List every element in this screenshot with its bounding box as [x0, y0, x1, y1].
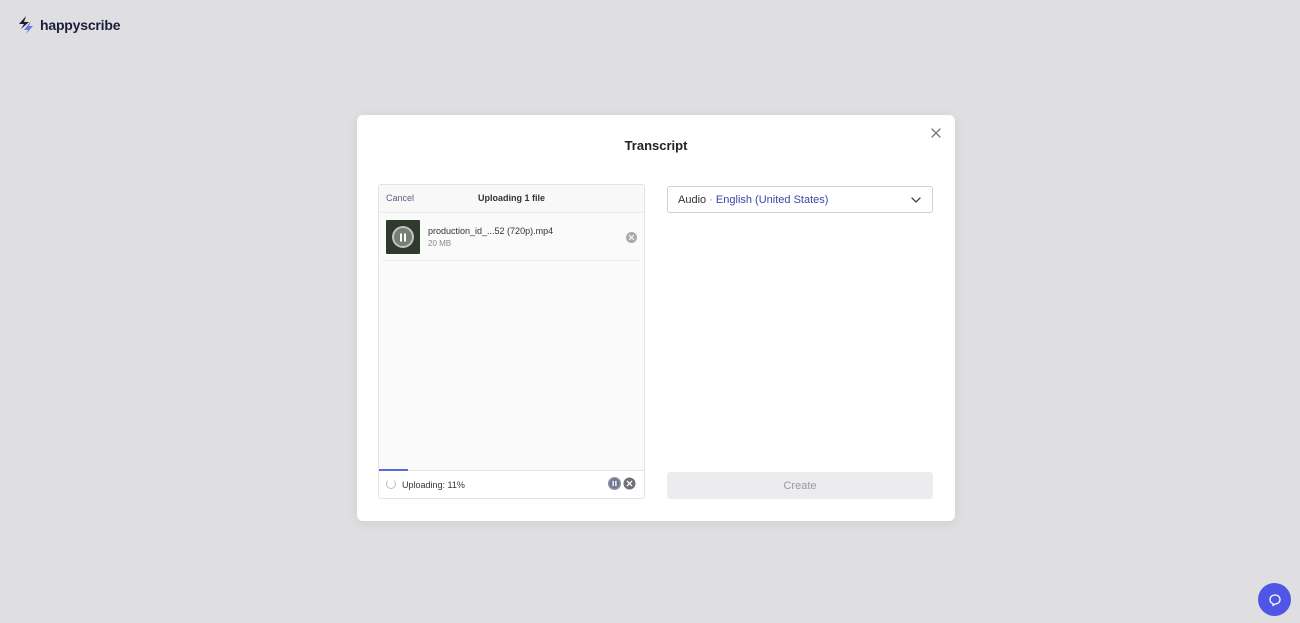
- cancel-circle-icon[interactable]: [623, 477, 636, 490]
- language-select-text: Audio · English (United States): [678, 194, 828, 206]
- help-chat-button[interactable]: [1258, 583, 1291, 616]
- thumbnail-pause-control: [392, 226, 414, 248]
- transcript-modal: Transcript Cancel Uploading 1 file produ…: [357, 115, 955, 521]
- pause-circle-icon[interactable]: [608, 477, 621, 490]
- language-separator: ·: [706, 194, 716, 206]
- chevron-down-icon: [911, 197, 921, 203]
- happyscribe-logo-icon: [19, 16, 33, 34]
- media-type-label: Audio: [678, 194, 707, 206]
- file-list-item: production_id_...52 (720p).mp4 20 MB: [383, 213, 640, 261]
- modal-title: Transcript: [624, 138, 688, 153]
- brand-logo[interactable]: happyscribe: [16, 15, 120, 35]
- upload-footer: Uploading: 11%: [379, 469, 644, 498]
- upload-progress-bar: [379, 469, 644, 471]
- file-name: production_id_...52 (720p).mp4: [428, 226, 554, 236]
- upload-header-title: Uploading 1 file: [477, 193, 545, 203]
- file-thumbnail[interactable]: [386, 220, 420, 254]
- language-select[interactable]: Audio · English (United States): [667, 186, 933, 213]
- close-icon[interactable]: [929, 126, 943, 140]
- upload-panel: Cancel Uploading 1 file production_id_..…: [378, 184, 645, 499]
- remove-circle-icon[interactable]: [626, 232, 637, 243]
- brand-name: happyscribe: [40, 17, 121, 33]
- upload-status-text: Uploading: 11%: [402, 480, 465, 490]
- chat-bubble-icon: [1268, 593, 1281, 606]
- upload-progress-fill: [379, 469, 409, 471]
- language-value: English (United States): [715, 194, 829, 206]
- create-button[interactable]: Create: [667, 472, 933, 499]
- upload-header: Cancel Uploading 1 file: [379, 185, 644, 213]
- pause-icon: [400, 233, 406, 241]
- loading-spinner-icon: [386, 479, 396, 489]
- file-size: 20 MB: [428, 239, 452, 248]
